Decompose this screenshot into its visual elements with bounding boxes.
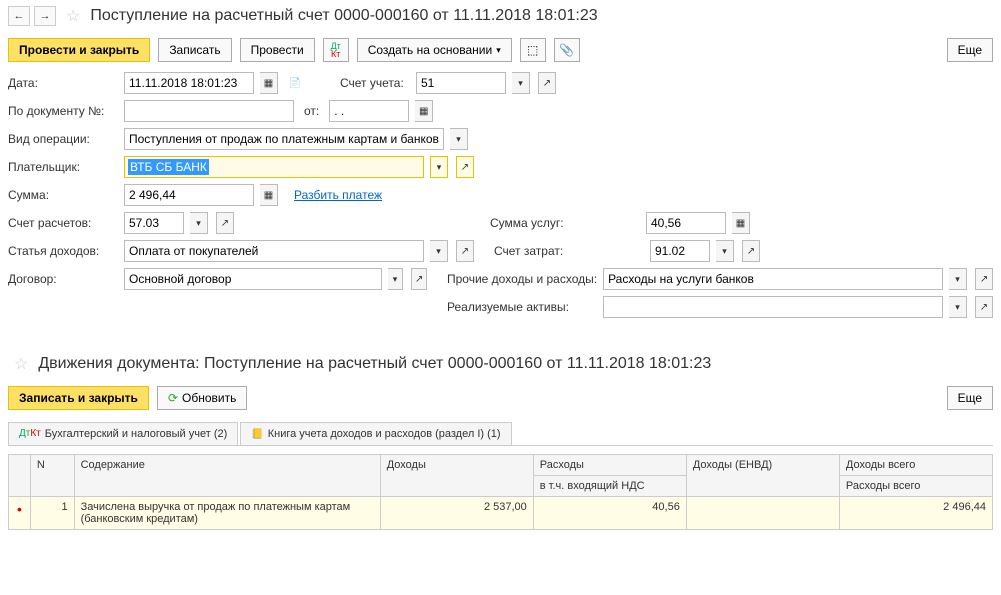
service-sum-input[interactable] <box>646 212 726 234</box>
cell-income: 2 537,00 <box>380 497 533 530</box>
sum-input[interactable] <box>124 184 254 206</box>
create-based-button[interactable]: Создать на основании ▾ <box>357 38 512 62</box>
tab-income-book[interactable]: 📒 Книга учета доходов и расходов (раздел… <box>240 422 511 445</box>
payer-value: ВТБ СБ БАНК <box>128 159 209 175</box>
page-title: Поступление на расчетный счет 0000-00016… <box>90 7 597 25</box>
cost-acc-dropdown-icon[interactable]: ▾ <box>716 240 734 262</box>
refresh-button[interactable]: ⟳ Обновить <box>157 386 247 410</box>
income-ext-icon[interactable]: ↗ <box>456 240 474 262</box>
sum-calc-icon[interactable]: ▦ <box>260 184 278 206</box>
post-close-button[interactable]: Провести и закрыть <box>8 38 150 62</box>
tab2-label: Книга учета доходов и расходов (раздел I… <box>268 428 501 440</box>
movements-table: N Содержание Доходы Расходы Доходы (ЕНВД… <box>8 454 993 530</box>
col-total: Доходы всего <box>839 455 992 476</box>
service-sum-calc-icon[interactable]: ▦ <box>732 212 750 234</box>
payer-input-wrapper[interactable]: ВТБ СБ БАНК <box>124 156 424 178</box>
account-dropdown-icon[interactable]: ▾ <box>512 72 530 94</box>
refresh-icon: ⟳ <box>168 391 178 405</box>
account-ext-icon[interactable]: ↗ <box>538 72 556 94</box>
dtkt-button[interactable]: ДтКт <box>323 38 349 62</box>
cell-envd <box>686 497 839 530</box>
book-icon: 📒 <box>251 429 263 440</box>
more-button[interactable]: Еще <box>947 38 993 62</box>
optype-label: Вид операции: <box>8 132 118 146</box>
cell-n: 1 <box>30 497 74 530</box>
contract-dropdown-icon[interactable]: ▾ <box>388 268 404 290</box>
docnum-input[interactable] <box>124 100 294 122</box>
cost-acc-input[interactable] <box>650 240 710 262</box>
income-label: Статья доходов: <box>8 244 118 258</box>
col-vat: в т.ч. входящий НДС <box>533 476 686 497</box>
col-income: Доходы <box>380 455 533 497</box>
calendar-icon[interactable]: ▦ <box>260 72 278 94</box>
settle-ext-icon[interactable]: ↗ <box>216 212 234 234</box>
other-input[interactable] <box>603 268 943 290</box>
contract-input[interactable] <box>124 268 382 290</box>
row-bullet-icon: • <box>17 501 22 517</box>
cost-acc-ext-icon[interactable]: ↗ <box>742 240 760 262</box>
docnum-label: По документу №: <box>8 104 118 118</box>
payer-dropdown-icon[interactable]: ▾ <box>430 156 448 178</box>
income-input[interactable] <box>124 240 424 262</box>
account-input[interactable] <box>416 72 506 94</box>
create-based-label: Создать на основании <box>368 43 493 57</box>
movements-star-icon[interactable]: ☆ <box>14 354 28 374</box>
settle-dropdown-icon[interactable]: ▾ <box>190 212 208 234</box>
contract-ext-icon[interactable]: ↗ <box>411 268 427 290</box>
nav-back-button[interactable]: ← <box>8 6 30 26</box>
sum-label: Сумма: <box>8 188 118 202</box>
refresh-label: Обновить <box>182 391 236 405</box>
payer-label: Плательщик: <box>8 160 118 174</box>
cell-total: 2 496,44 <box>839 497 992 530</box>
dtkt-icon: ДтКт <box>19 430 41 438</box>
cell-expense: 40,56 <box>533 497 686 530</box>
tab-accounting[interactable]: ДтКт Бухгалтерский и налоговый учет (2) <box>8 422 238 445</box>
date-ext-icon[interactable]: 📄 <box>286 72 304 94</box>
assets-input[interactable] <box>603 296 943 318</box>
mov-save-close-button[interactable]: Записать и закрыть <box>8 386 149 410</box>
table-row[interactable]: • 1 Зачислена выручка от продаж по плате… <box>9 497 993 530</box>
col-envd: Доходы (ЕНВД) <box>686 455 839 497</box>
settle-label: Счет расчетов: <box>8 216 118 230</box>
favorite-star-icon[interactable]: ☆ <box>66 6 80 26</box>
cell-desc: Зачислена выручка от продаж по платежным… <box>74 497 380 530</box>
from-label: от: <box>304 104 319 118</box>
optype-dropdown-icon[interactable]: ▾ <box>450 128 468 150</box>
contract-label: Договор: <box>8 272 118 286</box>
service-sum-label: Сумма услуг: <box>490 216 640 230</box>
movements-title: Движения документа: Поступление на расче… <box>38 355 711 373</box>
other-ext-icon[interactable]: ↗ <box>975 268 993 290</box>
date-label: Дата: <box>8 76 118 90</box>
col-exp-total: Расходы всего <box>839 476 992 497</box>
assets-dropdown-icon[interactable]: ▾ <box>949 296 967 318</box>
post-button[interactable]: Провести <box>240 38 315 62</box>
col-desc: Содержание <box>74 455 380 497</box>
structure-button[interactable]: ⬚ <box>520 38 546 62</box>
payer-ext-icon[interactable]: ↗ <box>456 156 474 178</box>
date-input[interactable] <box>124 72 254 94</box>
account-label: Счет учета: <box>340 76 410 90</box>
tab1-label: Бухгалтерский и налоговый учет (2) <box>45 428 228 440</box>
from-calendar-icon[interactable]: ▦ <box>415 100 433 122</box>
nav-forward-button[interactable]: → <box>34 6 56 26</box>
optype-input[interactable] <box>124 128 444 150</box>
cost-acc-label: Счет затрат: <box>494 244 644 258</box>
col-n: N <box>30 455 74 497</box>
other-label: Прочие доходы и расходы: <box>447 272 597 286</box>
split-payment-link[interactable]: Разбить платеж <box>294 188 382 202</box>
income-dropdown-icon[interactable]: ▾ <box>430 240 448 262</box>
assets-label: Реализуемые активы: <box>447 300 597 314</box>
other-dropdown-icon[interactable]: ▾ <box>949 268 967 290</box>
assets-ext-icon[interactable]: ↗ <box>975 296 993 318</box>
from-input[interactable] <box>329 100 409 122</box>
col-expense: Расходы <box>533 455 686 476</box>
settle-input[interactable] <box>124 212 184 234</box>
col-marker <box>9 455 31 497</box>
attachment-button[interactable]: 📎 <box>554 38 580 62</box>
save-button[interactable]: Записать <box>158 38 231 62</box>
mov-more-button[interactable]: Еще <box>947 386 993 410</box>
